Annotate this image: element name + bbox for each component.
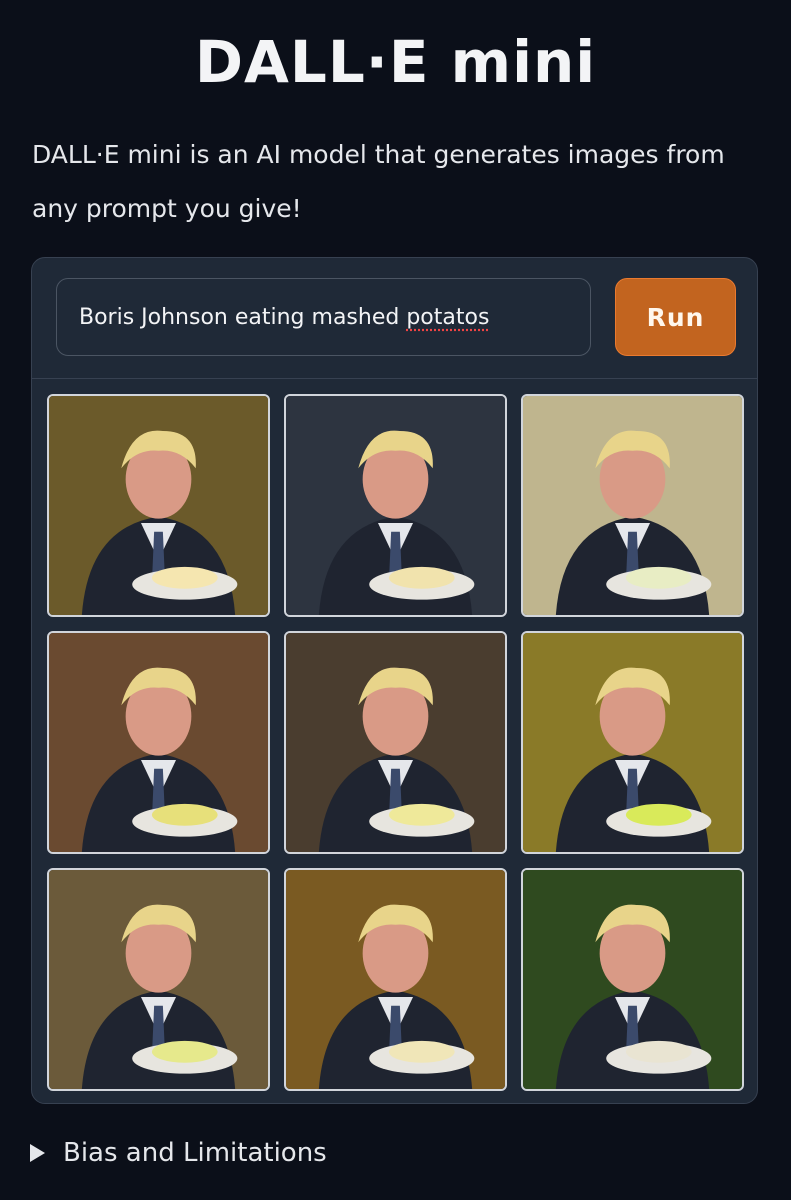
generated-image-tile[interactable]: [284, 868, 507, 1091]
generated-image-tile[interactable]: [521, 868, 744, 1091]
generated-image-tile[interactable]: [47, 868, 270, 1091]
page-title: DALL·E mini: [194, 28, 597, 96]
generated-image: [49, 633, 268, 852]
generator-panel: Boris Johnson eating mashed potatos Run: [31, 257, 758, 1104]
generated-image-tile[interactable]: [47, 394, 270, 617]
generated-image-tile[interactable]: [284, 631, 507, 854]
input-row: Boris Johnson eating mashed potatos Run: [32, 258, 757, 379]
generated-image: [523, 396, 742, 615]
generated-image-tile[interactable]: [47, 631, 270, 854]
page-description: DALL·E mini is an AI model that generate…: [32, 140, 725, 223]
generated-image: [286, 396, 505, 615]
prompt-misspelled-word: potatos: [406, 304, 490, 330]
bias-limitations-toggle[interactable]: Bias and Limitations: [30, 1138, 327, 1168]
prompt-input[interactable]: Boris Johnson eating mashed potatos: [56, 278, 591, 356]
generated-image-tile[interactable]: [521, 631, 744, 854]
generated-image: [286, 870, 505, 1089]
generated-image-tile[interactable]: [521, 394, 744, 617]
generated-image: [523, 633, 742, 852]
prompt-text: Boris Johnson eating mashed: [79, 304, 407, 330]
generated-image: [49, 870, 268, 1089]
generated-image: [523, 870, 742, 1089]
generated-image: [286, 633, 505, 852]
disclosure-triangle-icon: [30, 1144, 45, 1162]
generated-image: [49, 396, 268, 615]
image-gallery: [47, 394, 744, 1091]
generated-image-tile[interactable]: [284, 394, 507, 617]
run-button[interactable]: Run: [615, 278, 736, 356]
bias-limitations-label: Bias and Limitations: [63, 1138, 327, 1168]
